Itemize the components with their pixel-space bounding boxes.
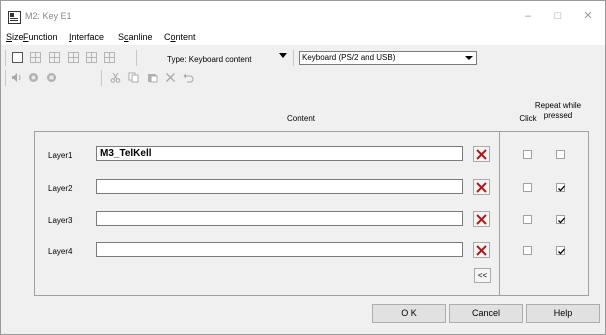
close-button[interactable]: ✕ bbox=[579, 7, 597, 25]
layer3-label: Layer3 bbox=[48, 216, 73, 225]
header-content: Content bbox=[286, 114, 316, 123]
clear-x-icon bbox=[476, 245, 487, 256]
layer1-label: Layer1 bbox=[48, 151, 73, 160]
undo-icon[interactable] bbox=[183, 72, 194, 83]
cancel-button[interactable]: Cancel bbox=[449, 304, 523, 323]
layout-quad-icon[interactable] bbox=[68, 52, 79, 63]
minimize-button[interactable]: – bbox=[519, 7, 537, 25]
layer4-clear-button[interactable] bbox=[473, 242, 490, 258]
menu-interface[interactable]: Interface bbox=[69, 32, 104, 42]
menu-scanline[interactable]: Scanline bbox=[118, 32, 153, 42]
title-bar: M2: Key E1 – □ ✕ bbox=[1, 1, 605, 31]
layout-single-icon[interactable] bbox=[12, 52, 23, 63]
ok-button[interactable]: O K bbox=[372, 304, 446, 323]
menu-bar: Size Function Interface Scanline Content bbox=[1, 31, 605, 45]
layer4-repeat-checkbox[interactable] bbox=[556, 246, 565, 255]
layout-split-v-icon[interactable] bbox=[49, 52, 60, 63]
clear-x-icon bbox=[476, 214, 487, 225]
layout-split-h-icon[interactable] bbox=[30, 52, 41, 63]
layer1-click-checkbox[interactable] bbox=[523, 150, 532, 159]
paste-icon[interactable] bbox=[147, 72, 158, 83]
layer2-label: Layer2 bbox=[48, 184, 73, 193]
help-button[interactable]: Help bbox=[526, 304, 600, 323]
maximize-button[interactable]: □ bbox=[549, 7, 567, 25]
layer1-content-input[interactable]: M3_TelKell bbox=[96, 146, 463, 161]
record-icon[interactable] bbox=[28, 72, 39, 83]
layer2-content-input[interactable] bbox=[96, 179, 463, 194]
key-dialog-window: M2: Key E1 – □ ✕ Size Function Interface… bbox=[0, 0, 606, 335]
menu-content[interactable]: Content bbox=[164, 32, 196, 42]
header-click: Click bbox=[519, 114, 537, 123]
layer3-clear-button[interactable] bbox=[473, 211, 490, 227]
toolbar-separator bbox=[293, 50, 294, 66]
toolbar-separator bbox=[101, 70, 102, 86]
layer4-click-checkbox[interactable] bbox=[523, 246, 532, 255]
layer4-content-input[interactable] bbox=[96, 242, 463, 257]
panel-divider bbox=[499, 132, 500, 295]
check-icon bbox=[558, 217, 565, 224]
app-icon bbox=[8, 11, 21, 24]
layer1-content-value: M3_TelKell bbox=[100, 148, 152, 159]
check-icon bbox=[558, 248, 565, 255]
menu-size[interactable]: Size bbox=[6, 32, 24, 42]
menu-function[interactable]: Function bbox=[23, 32, 58, 42]
layer1-repeat-checkbox[interactable] bbox=[556, 150, 565, 159]
layout-grid-icon[interactable] bbox=[86, 52, 97, 63]
layer2-clear-button[interactable] bbox=[473, 179, 490, 195]
layer3-content-input[interactable] bbox=[96, 211, 463, 226]
layer2-click-checkbox[interactable] bbox=[523, 183, 532, 192]
delete-icon[interactable] bbox=[165, 72, 176, 83]
layer2-repeat-checkbox[interactable] bbox=[556, 183, 565, 192]
chevron-down-icon[interactable] bbox=[462, 52, 476, 64]
layer3-click-checkbox[interactable] bbox=[523, 215, 532, 224]
copy-icon[interactable] bbox=[128, 72, 139, 83]
interface-select[interactable]: Keyboard (PS/2 and USB) bbox=[299, 51, 477, 65]
check-icon bbox=[558, 185, 565, 192]
cut-icon[interactable] bbox=[110, 72, 121, 83]
toolbar-grip bbox=[5, 70, 6, 86]
type-label: Type: Keyboard content bbox=[167, 55, 252, 64]
layout-wide-icon[interactable] bbox=[104, 52, 115, 63]
layer4-label: Layer4 bbox=[48, 247, 73, 256]
interface-select-value: Keyboard (PS/2 and USB) bbox=[302, 53, 396, 62]
header-repeat-line1: Repeat while bbox=[534, 101, 582, 110]
toolbar-edit bbox=[1, 67, 605, 89]
clear-x-icon bbox=[476, 149, 487, 160]
layer1-clear-button[interactable] bbox=[473, 146, 490, 162]
layer3-repeat-checkbox[interactable] bbox=[556, 215, 565, 224]
toolbar-layout: Type: Keyboard content Keyboard (PS/2 an… bbox=[1, 47, 605, 69]
toolbar-grip bbox=[5, 50, 6, 66]
stop-icon[interactable] bbox=[46, 72, 57, 83]
collapse-button[interactable]: << bbox=[474, 268, 491, 283]
window-title: M2: Key E1 bbox=[25, 11, 72, 21]
type-dropdown-arrow-icon[interactable] bbox=[279, 53, 287, 58]
toolbar-separator bbox=[136, 50, 137, 66]
clear-x-icon bbox=[476, 182, 487, 193]
speaker-icon[interactable] bbox=[11, 72, 22, 83]
